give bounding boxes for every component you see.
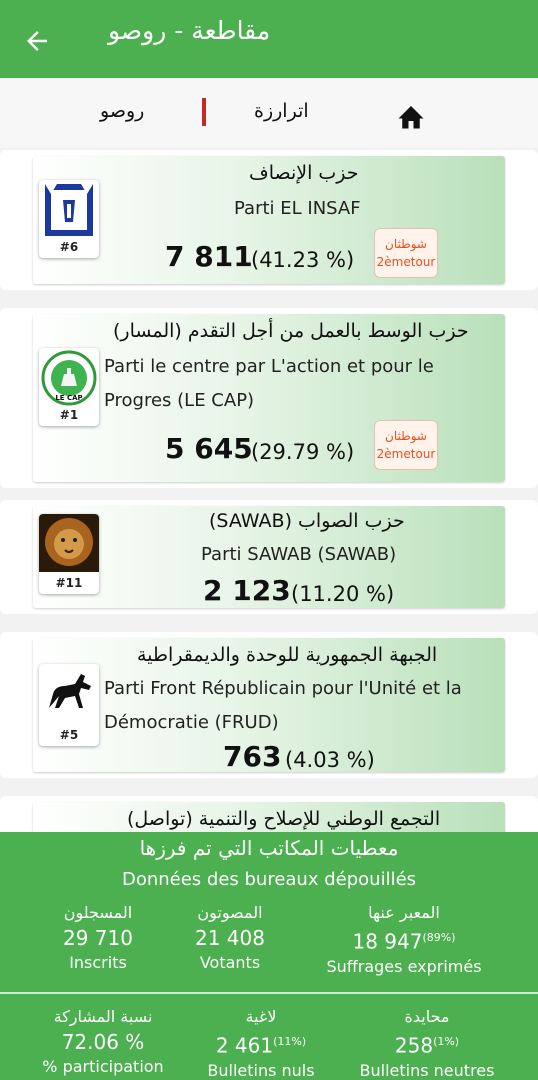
stat-label-fr: Suffrages exprimés [326,956,482,976]
party-percent: (41.23 %) [251,248,355,272]
party-votes: 7 811 [165,240,253,273]
party-card[interactable]: #6 حزب الإنصاف Parti EL INSAF 7 811 (41.… [0,150,538,290]
badge-label-fr: 2èmetour [376,447,436,461]
party-card[interactable]: #11 (SAWAB) حزب الصواب Parti SAWAB (SAWA… [0,500,538,614]
party-card[interactable]: LE CAP #1 (حزب الوسط بالعمل من أجل التقد… [0,308,538,488]
stat-percent: (89%) [422,931,456,944]
party-name-ar: (SAWAB) حزب الصواب [209,510,405,532]
party-panel: LE CAP #1 (حزب الوسط بالعمل من أجل التقد… [33,314,505,482]
party-votes: 2 123 [203,574,291,607]
stat-label-ar: نسبة المشاركة [53,1007,153,1026]
stat-label-fr: % participation [42,1057,164,1076]
stat-percent: (1%) [433,1035,460,1048]
stat-percent: (11%) [273,1035,307,1048]
stat-label-fr: Bulletins nuls [207,1060,315,1080]
party-logo: #6 [39,180,99,258]
party-name-ar: حزب الإنصاف [249,162,359,184]
app-bar: مقاطعة - روصو [0,0,538,78]
lion-logo-icon [39,514,99,572]
stat-expressed: المعبر عنها 18 947(89%) Suffrages exprim… [316,902,492,978]
page-title: مقاطعة - روصو [108,16,271,45]
party-number: #6 [59,240,79,254]
counted-offices-stats: معطيات المكاتب التي تم فرزها Données des… [0,832,538,1080]
party-number: #5 [59,728,79,742]
party-votes: 763 [223,740,282,773]
party-logo: #5 [39,664,99,746]
stats-title-ar: معطيات المكاتب التي تم فرزها [139,836,399,860]
party-panel: #6 حزب الإنصاف Parti EL INSAF 7 811 (41.… [33,156,505,284]
party-logo: #11 [39,514,99,594]
party-name-fr-line1: Parti le centre par L'action et pour le [104,356,434,377]
stat-value: 29 710 [63,926,133,950]
party-name-ar: (التجمع الوطني للإصلاح والتنمية (تواصل [127,808,441,830]
party-name-fr: Parti EL INSAF [234,198,361,219]
party-number: #1 [59,408,79,422]
stat-label-ar: المسجلون [63,903,133,922]
stats-title-fr: Données des bureaux dépouillés [121,869,417,890]
stat-voters: المصوتون 21 408 Votants [160,902,300,974]
badge-label-fr: 2èmetour [376,255,436,269]
stat-value-group: 2 461(11%) [186,1028,336,1060]
stat-null-votes: لاغية 2 461(11%) Bulletins nuls [186,1006,336,1080]
party-name-ar: الجبهة الجمهورية للوحدة والديمقراطية [137,644,438,666]
stat-neutral-votes: محايدة 258(1%) Bulletins neutres [352,1006,502,1080]
stat-label-fr: Votants [199,953,261,972]
second-round-badge: شوطثان 2èmetour [374,228,438,278]
breadcrumb-separator [202,98,206,126]
party-name-fr-line1: Parti Front Républicain pour l'Unité et … [104,678,462,699]
party-panel: #5 الجبهة الجمهورية للوحدة والديمقراطية … [33,638,505,773]
party-logo: LE CAP #1 [39,348,99,426]
party-number: #11 [55,576,83,590]
party-name-fr-line2: Progres (LE CAP) [104,390,255,411]
party-panel: #11 (SAWAB) حزب الصواب Parti SAWAB (SAWA… [33,506,505,608]
insaf-logo-icon [45,184,93,236]
stat-value: 18 947 [352,929,423,954]
stat-value-group: 258(1%) [352,1028,502,1060]
stat-label-ar: المصوتون [197,903,263,922]
party-percent: (4.03 %) [285,748,375,772]
stat-label-ar: لاغية [245,1007,277,1026]
back-arrow-icon[interactable] [22,22,62,58]
stat-label-ar: المعبر عنها [368,903,440,922]
party-percent: (11.20 %) [291,582,395,606]
stat-label-ar: محايدة [404,1007,450,1026]
stat-value: 258 [394,1033,434,1058]
breadcrumb-commune[interactable]: روصو [100,100,144,122]
badge-label-ar: شوطثان [385,429,427,443]
stat-value: 21 408 [195,926,265,950]
stat-value: 2 461 [215,1033,274,1058]
party-logo-text: LE CAP [55,394,83,402]
breadcrumb-region[interactable]: اترارزة [254,100,309,122]
horse-logo-icon [49,674,91,708]
party-name-fr-line2: Démocratie (FRUD) [104,712,279,733]
party-percent: (29.79 %) [251,440,355,464]
party-name-fr: Parti SAWAB (SAWAB) [201,544,397,565]
stat-label-fr: Bulletins neutres [359,1060,495,1080]
stat-registered: المسجلون 29 710 Inscrits [28,902,168,974]
badge-label-ar: شوطثان [385,237,427,251]
stat-value: 72.06 % [61,1030,145,1054]
stat-participation: نسبة المشاركة 72.06 % % participation [28,1006,178,1078]
home-icon[interactable] [396,102,426,130]
party-name-ar: (حزب الوسط بالعمل من أجل التقدم (المسار [113,320,469,342]
party-votes: 5 645 [165,432,253,465]
party-card[interactable]: #5 الجبهة الجمهورية للوحدة والديمقراطية … [0,632,538,778]
breadcrumb: روصو اترارزة [0,78,538,148]
stats-divider [0,992,538,994]
stat-label-fr: Inscrits [69,953,127,972]
stat-value-group: 18 947(89%) [316,924,492,956]
second-round-badge: شوطثان 2èmetour [374,420,438,470]
